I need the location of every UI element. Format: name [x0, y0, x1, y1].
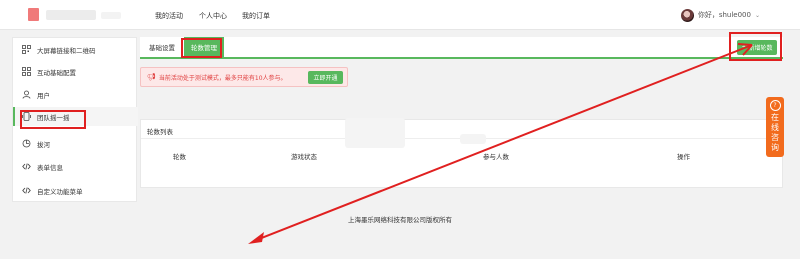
table-title: 轮数列表 [147, 128, 173, 136]
annotation-highlight-add-button [729, 32, 782, 61]
question-icon: ? [769, 100, 781, 111]
nav-my-activities[interactable]: 我的活动 [155, 11, 183, 21]
rounds-table: 轮数列表 轮数 游戏状态 参与人数 操作 [140, 119, 783, 188]
column-header: 操作 [677, 153, 690, 161]
activate-now-button[interactable]: 立即开通 [308, 71, 343, 84]
redacted-area [460, 134, 486, 144]
avatar [680, 8, 694, 22]
qrcode-icon [22, 45, 31, 54]
sidebar-item-label: 拔河 [37, 140, 50, 149]
sidebar-item-form-info[interactable]: 表单信息 [13, 157, 138, 176]
column-header: 参与人数 [483, 153, 509, 161]
sidebar-item-users[interactable]: 用户 [13, 85, 138, 104]
sidebar-item-qrcode[interactable]: 大屏幕链接和二维码 [13, 40, 138, 59]
code-icon [22, 186, 31, 195]
copyright-footer: 上海墨乐网络科技有限公司版权所有 [348, 216, 452, 224]
sidebar-item-label: 表单信息 [37, 163, 63, 172]
alert-text: 当前活动处于测试模式，最多只能有10人参与。 [158, 74, 287, 82]
sidebar-item-label: 互动基础配置 [37, 68, 76, 77]
tug-icon [22, 139, 31, 148]
code-icon [22, 162, 31, 171]
megaphone-icon: 📢︎ [147, 73, 156, 81]
online-consult-button[interactable]: ? 在线咨询 [766, 97, 784, 157]
chevron-down-icon: ⌄ [754, 11, 760, 19]
main-content: 基础设置 轮数管理 + 新增轮数 📢︎ 当前活动处于测试模式，最多只能有10人参… [140, 37, 783, 202]
consult-label: 在线咨询 [771, 113, 779, 152]
annotation-highlight-tab [181, 38, 222, 58]
sidebar-item-label: 用户 [37, 91, 50, 100]
column-header: 游戏状态 [291, 153, 317, 161]
sidebar-item-label: 自定义功能菜单 [37, 187, 83, 196]
nav-my-orders[interactable]: 我的订单 [242, 11, 270, 21]
tab-bar: 基础设置 轮数管理 + 新增轮数 [140, 37, 783, 59]
grid-icon [22, 67, 31, 76]
test-mode-alert: 📢︎ 当前活动处于测试模式，最多只能有10人参与。 立即开通 [140, 67, 348, 87]
user-menu[interactable]: 你好，shule000 ⌄ [680, 8, 760, 22]
column-header: 轮数 [173, 153, 186, 161]
nav-personal-center[interactable]: 个人中心 [199, 11, 227, 21]
annotation-highlight-sidebar-item [20, 110, 86, 129]
sidebar-item-custom-menu[interactable]: 自定义功能菜单 [13, 181, 138, 200]
tab-basic-settings[interactable]: 基础设置 [146, 37, 178, 57]
top-bar: 我的活动 个人中心 我的订单 你好，shule000 ⌄ [0, 0, 800, 30]
sidebar-item-basic-config[interactable]: 互动基础配置 [13, 62, 138, 81]
logo [28, 5, 121, 25]
user-greeting: 你好，shule000 [697, 11, 751, 19]
user-icon [22, 90, 31, 99]
redacted-area [345, 118, 405, 148]
sidebar-item-label: 大屏幕链接和二维码 [37, 46, 96, 55]
sidebar-item-tug-of-war[interactable]: 拔河 [13, 134, 138, 153]
